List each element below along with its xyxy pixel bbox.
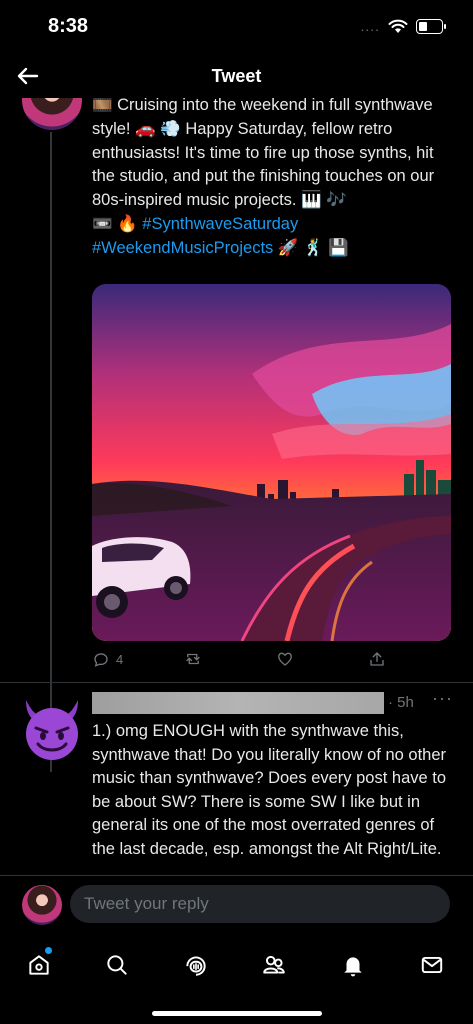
reply-icon: [94, 653, 108, 667]
spaces-icon: [186, 956, 206, 976]
status-bar: 8:38 ....: [0, 0, 473, 54]
retweet-button[interactable]: [184, 650, 202, 668]
like-icon: [278, 652, 292, 666]
redacted-username: [92, 692, 384, 714]
tweet-divider: [0, 682, 473, 683]
more-options-button[interactable]: ···: [432, 688, 453, 709]
tweet-text: 🎞️ Cruising into the weekend in full syn…: [92, 98, 435, 210]
author-avatar[interactable]: [22, 98, 82, 130]
signal-icon: ....: [360, 18, 380, 34]
retweet-icon: [186, 653, 200, 665]
tab-spaces[interactable]: [174, 943, 218, 987]
notifications-icon: [344, 957, 362, 977]
tag-suffix-emoji: 🚀 🕺 💾: [273, 238, 349, 257]
tweet-actions: 4: [92, 650, 392, 674]
share-icon: [370, 652, 384, 666]
top-nav: Tweet: [0, 54, 473, 98]
tab-messages[interactable]: [410, 943, 454, 987]
smiling-devil-icon: [26, 700, 78, 760]
reply-composer: [0, 875, 473, 936]
tweet-thread[interactable]: 🎞️ Cruising into the weekend in full syn…: [0, 98, 473, 875]
home-icon: [29, 955, 49, 975]
bottom-tab-bar: [0, 935, 473, 1024]
tab-search[interactable]: [95, 943, 139, 987]
battery-icon: [416, 18, 446, 34]
reply-input[interactable]: [70, 885, 450, 923]
page-title: Tweet: [211, 66, 262, 86]
reply-timestamp: · 5h: [388, 694, 414, 711]
tag-prefix-emoji: 📼 🔥: [92, 214, 143, 233]
notification-dot: [45, 947, 52, 954]
status-time: 8:38: [48, 15, 89, 37]
reply-count: 4: [116, 651, 124, 667]
tweet-tags: 📼 🔥 #SynthwaveSaturday #WeekendMusicProj…: [92, 213, 452, 261]
hashtag-weekend-music-projects[interactable]: #WeekendMusicProjects: [92, 239, 273, 257]
tab-notifications[interactable]: [331, 943, 375, 987]
search-icon: [107, 955, 127, 975]
reply-button[interactable]: 4: [92, 650, 123, 668]
tab-home[interactable]: [17, 943, 61, 987]
status-icons: ....: [360, 18, 446, 34]
home-indicator: [152, 1011, 322, 1016]
tweet-body: 🎞️ Cruising into the weekend in full syn…: [92, 98, 452, 261]
tweet-image[interactable]: [92, 284, 451, 641]
messages-icon: [421, 956, 443, 974]
wifi-icon: [388, 19, 408, 33]
reply-header: · 5h ···: [92, 688, 452, 714]
reply-author-avatar[interactable]: [18, 696, 86, 764]
reply-text: 1.) omg ENOUGH with the synthwave this, …: [92, 722, 447, 858]
share-button[interactable]: [368, 650, 386, 668]
thread-line: [50, 132, 52, 772]
like-button[interactable]: [276, 650, 294, 668]
communities-icon: [263, 955, 285, 974]
synthwave-sunset-image: [92, 284, 451, 641]
hashtag-synthwave-saturday[interactable]: #SynthwaveSaturday: [142, 215, 298, 233]
my-avatar[interactable]: [22, 885, 62, 925]
tab-communities[interactable]: [252, 943, 296, 987]
